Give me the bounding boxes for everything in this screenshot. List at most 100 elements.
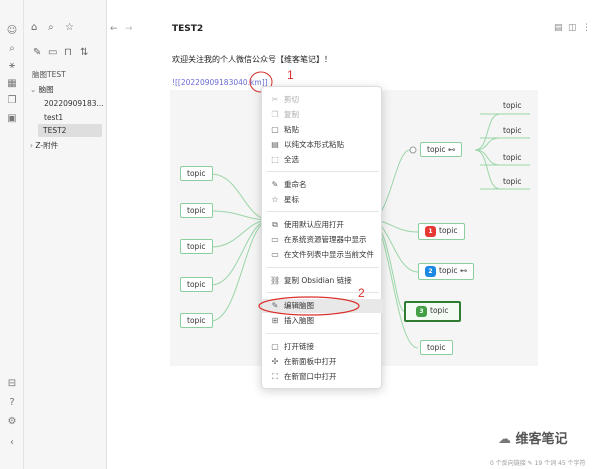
menu-item-open-default[interactable]: ⧉ 使用默认应用打开 xyxy=(262,218,383,232)
forward-arrow-icon[interactable]: → xyxy=(125,24,133,34)
mindmap-node[interactable]: 2 topic ⊷ xyxy=(418,263,475,280)
menu-item-rename[interactable]: ✎ 重命名 xyxy=(262,178,383,192)
priority-badge: 1 xyxy=(425,226,436,237)
priority-badge: 2 xyxy=(425,266,436,277)
star-icon[interactable]: ☆ xyxy=(65,22,74,34)
vault-name: 脑图TEST xyxy=(32,70,66,79)
watermark-text: 维客笔记 xyxy=(515,432,568,447)
file-explorer: ⌂ ⌕ ☆ ✎ ▭ ⊓ ⇅ 脑图TEST ⌄ 脑图 20220909183...… xyxy=(24,0,107,469)
search-icon[interactable]: ⌕ xyxy=(48,22,54,34)
chevron-down-icon: ⌄ xyxy=(30,85,39,94)
menu-item-show-explorer[interactable]: ▭ 在系统资源管理器中显示 xyxy=(262,233,383,247)
link-icon: ⊷ xyxy=(459,266,468,275)
watermark: ☁ 维客笔记 xyxy=(498,428,568,447)
mindmap-node[interactable]: 1 topic xyxy=(418,223,465,240)
help-icon[interactable]: ? xyxy=(6,397,18,409)
copy-icon: ❐ xyxy=(271,110,279,119)
scissors-icon: ✂ xyxy=(271,95,279,104)
new-folder-icon[interactable]: ▭ xyxy=(48,47,57,59)
context-menu: ✂ 剪切 ❐ 复制 ▢ 粘贴 ▤ 以纯文本形式粘贴 ⬚ 全选 ✎ 重命名 ☆ 星标 ⧉ 使用默认… xyxy=(261,86,383,389)
link-icon: ⛓ xyxy=(270,276,281,285)
home-icon[interactable]: ⌂ xyxy=(31,22,37,34)
mindmap-leaf[interactable]: topic xyxy=(503,101,522,110)
open-link-icon: ▢ xyxy=(271,342,279,351)
collapse-icon[interactable]: ‹ xyxy=(6,437,18,449)
select-all-icon: ⬚ xyxy=(271,155,279,164)
menu-item-paste-plain[interactable]: ▤ 以纯文本形式粘贴 xyxy=(262,138,383,152)
clipboard-text-icon: ▤ xyxy=(271,140,279,149)
mindmap-node[interactable]: topic xyxy=(180,166,213,181)
mindmap-node-selected[interactable]: 3 topic xyxy=(404,301,461,322)
folder-icon[interactable]: ⊓ xyxy=(64,47,72,59)
mindmap-node[interactable]: topic xyxy=(180,239,213,254)
back-arrow-icon[interactable]: ← xyxy=(110,24,118,34)
search-icon[interactable]: ⌕ xyxy=(6,43,18,55)
pencil-icon: ✎ xyxy=(271,180,279,189)
mindmap-leaf[interactable]: topic xyxy=(503,177,522,186)
menu-item-cut[interactable]: ✂ 剪切 xyxy=(262,93,383,107)
new-window-icon: ⛶ xyxy=(272,372,278,381)
menu-divider xyxy=(266,333,379,334)
mindmap-node[interactable]: topic ⊷ xyxy=(420,142,463,157)
menu-item-open-new-window[interactable]: ⛶ 在新窗口中打开 xyxy=(262,370,383,384)
node-label: topic xyxy=(427,145,446,154)
menu-item-paste[interactable]: ▢ 粘贴 xyxy=(262,123,383,137)
mindmap-node[interactable]: topic xyxy=(180,313,213,328)
menu-item-open-new-pane[interactable]: ✣ 在新面板中打开 xyxy=(262,355,383,369)
wechat-icon: ☁ xyxy=(498,432,516,447)
star-icon: ☆ xyxy=(271,195,279,204)
folder-item[interactable]: ⌄ 脑图 xyxy=(30,84,54,95)
menu-item-open-link[interactable]: ▢ 打开链接 xyxy=(262,340,383,354)
annotation-ellipse-2 xyxy=(258,296,360,316)
folder-label: Z-附件 xyxy=(35,141,59,150)
calendar-icon[interactable]: ▦ xyxy=(6,78,18,90)
smile-icon[interactable]: ☺ xyxy=(6,25,18,37)
menu-item-star[interactable]: ☆ 星标 xyxy=(262,193,383,207)
node-label: topic xyxy=(439,266,458,275)
status-bar: 0 个反向链接 ✎ 19 个词 45 个字符 xyxy=(490,460,586,467)
menu-item-select-all[interactable]: ⬚ 全选 xyxy=(262,153,383,167)
copy-icon[interactable]: ❐ xyxy=(6,95,18,107)
intro-text: 欢迎关注我的个人微信公众号【维客笔记】！ xyxy=(172,55,332,64)
settings-icon[interactable]: ⚙ xyxy=(6,416,18,428)
mindmap-node[interactable]: topic xyxy=(180,203,213,218)
menu-item-reveal-file[interactable]: ▭ 在文件列表中显示当前文件 xyxy=(262,248,383,262)
node-label: topic xyxy=(439,226,458,235)
file-label: test1 xyxy=(44,113,64,122)
new-note-icon[interactable]: ✎ xyxy=(33,47,41,59)
priority-badge: 3 xyxy=(416,306,427,317)
annotation-number-2: 2 xyxy=(358,286,365,300)
graph-icon[interactable]: ⚹ xyxy=(6,60,18,72)
mindmap-leaf[interactable]: topic xyxy=(503,126,522,135)
node-label: topic xyxy=(430,306,449,315)
menu-item-copy[interactable]: ❐ 复制 xyxy=(262,108,383,122)
mindmap-leaf[interactable]: topic xyxy=(503,153,522,162)
terminal-icon[interactable]: ▣ xyxy=(6,113,18,125)
folder-item[interactable]: › Z-附件 xyxy=(30,140,58,151)
more-options-icon[interactable]: ⋮ xyxy=(582,23,591,33)
left-ribbon: ☺ ⌕ ⚹ ▦ ❐ ▣ ⊟ ? ⚙ ‹ xyxy=(0,0,24,469)
file-item[interactable]: test1 xyxy=(42,112,65,123)
annotation-number-1: 1 xyxy=(287,68,294,82)
file-label: TEST2 xyxy=(43,126,67,135)
file-list-icon: ▭ xyxy=(271,250,279,259)
link-icon: ⊷ xyxy=(447,145,456,154)
menu-divider xyxy=(266,171,379,172)
menu-divider xyxy=(266,211,379,212)
sort-icon[interactable]: ⇅ xyxy=(80,47,88,59)
note-title: TEST2 xyxy=(172,24,204,34)
menu-divider xyxy=(266,267,379,268)
reading-view-icon[interactable]: ▤ xyxy=(554,23,563,33)
folder-label: 脑图 xyxy=(38,85,54,94)
mindmap-node[interactable]: topic xyxy=(420,340,453,355)
folder-show-icon: ▭ xyxy=(271,235,279,244)
split-pane-icon: ✣ xyxy=(271,357,279,366)
file-item[interactable]: 20220909183... xyxy=(42,98,106,109)
external-open-icon: ⧉ xyxy=(272,220,278,229)
bookmark-icon[interactable]: ⊟ xyxy=(6,378,18,390)
file-label: 20220909183... xyxy=(44,99,104,108)
split-icon[interactable]: ◫ xyxy=(568,23,577,33)
mindmap-node[interactable]: topic xyxy=(180,277,213,292)
file-item-selected[interactable]: TEST2 xyxy=(38,124,102,137)
clipboard-icon: ▢ xyxy=(271,125,279,134)
